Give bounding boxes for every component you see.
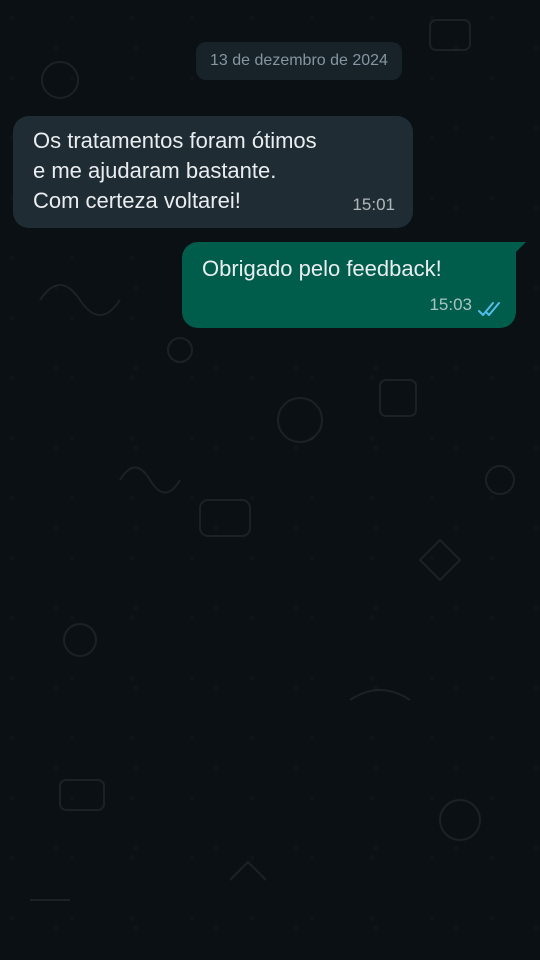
message-text-line: Obrigado pelo feedback! — [202, 256, 442, 281]
message-timestamp: 15:01 — [352, 195, 395, 214]
chat-area[interactable]: 13 de dezembro de 2024 Os tratamentos fo… — [0, 0, 540, 960]
message-timestamp: 15:03 — [429, 295, 472, 314]
date-separator: 13 de dezembro de 2024 — [196, 42, 402, 80]
message-text-line: Com certeza voltarei! — [33, 188, 241, 213]
message-text-line: Os tratamentos foram ótimos — [33, 128, 317, 153]
outgoing-message-bubble[interactable]: Obrigado pelo feedback! 15:03 — [182, 242, 516, 328]
incoming-message-bubble[interactable]: Os tratamentos foram ótimos e me ajudara… — [13, 116, 413, 228]
message-text-line: e me ajudaram bastante. — [33, 158, 277, 183]
double-check-read-icon — [478, 302, 500, 316]
